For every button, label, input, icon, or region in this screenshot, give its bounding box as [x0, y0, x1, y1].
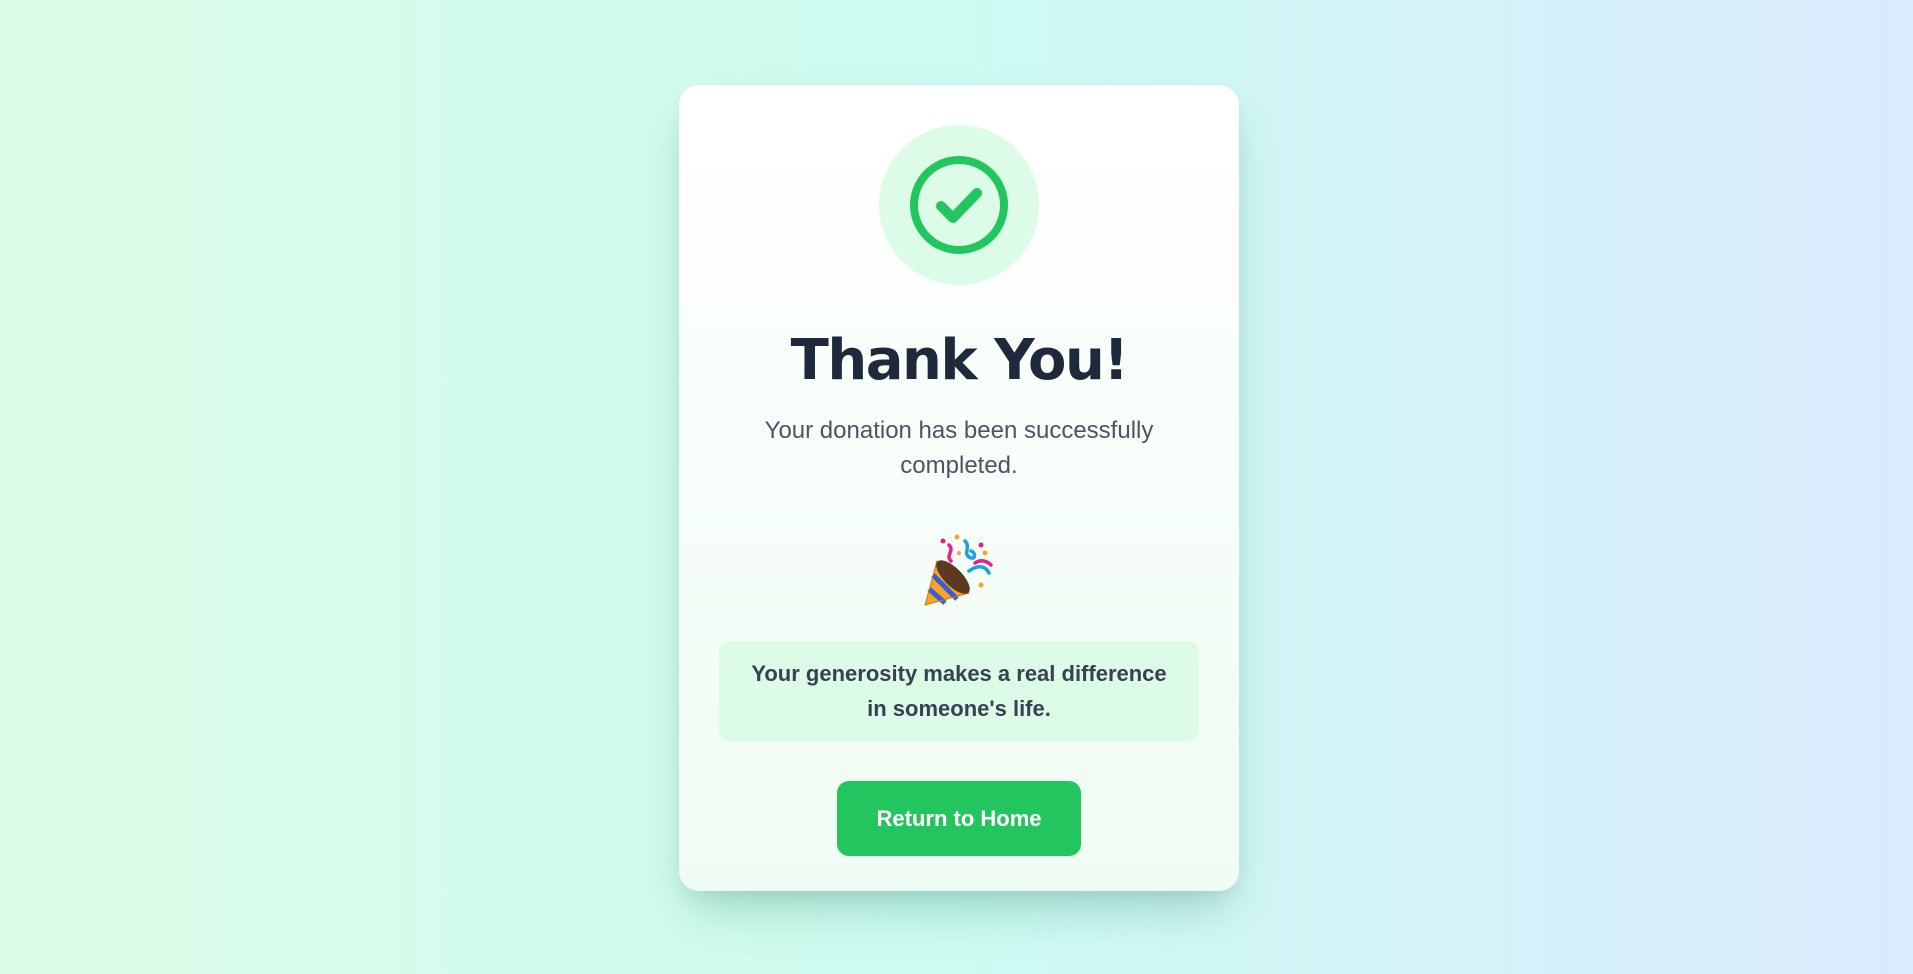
- generosity-message: Your generosity makes a real difference …: [751, 661, 1167, 721]
- celebration-emoji: [919, 531, 999, 611]
- success-icon-badge: [879, 125, 1039, 285]
- page-title: Thank You!: [790, 328, 1129, 393]
- confirmation-subtitle: Your donation has been successfully comp…: [764, 417, 1154, 479]
- check-circle-icon: [910, 156, 1008, 254]
- generosity-message-box: Your generosity makes a real difference …: [719, 641, 1199, 741]
- party-popper-icon: [924, 534, 993, 606]
- confirmation-card: Thank You! Your donation has been succes…: [679, 85, 1239, 891]
- return-home-button[interactable]: Return to Home: [837, 781, 1081, 856]
